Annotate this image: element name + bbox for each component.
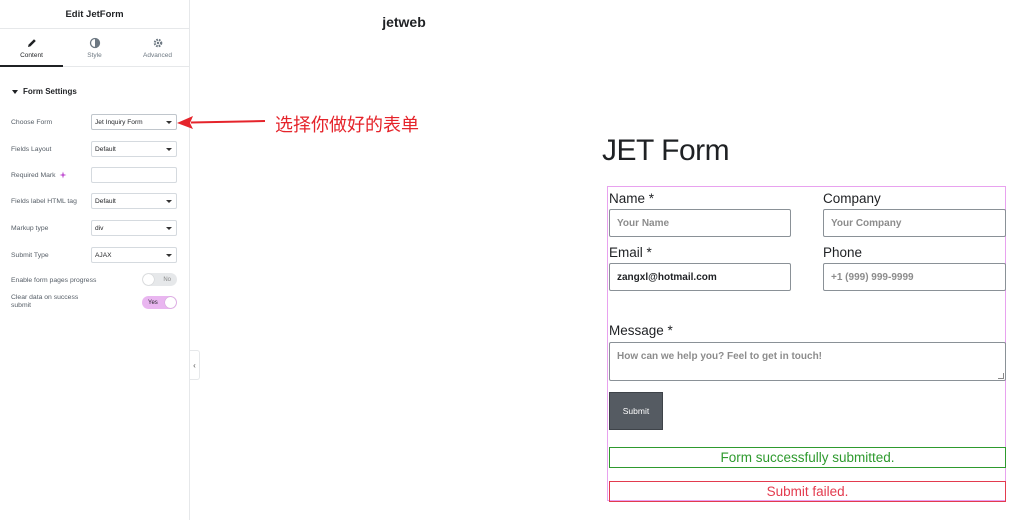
dropdown-arrow-icon (166, 227, 172, 230)
company-label: Company (823, 191, 881, 206)
tab-style[interactable]: Style (63, 29, 126, 66)
toggle-knob (143, 274, 154, 285)
phone-placeholder: +1 (999) 999-9999 (831, 271, 914, 283)
form-heading: JET Form (602, 134, 730, 167)
fields-label-tag-label: Fields label HTML tag (11, 197, 77, 205)
resize-handle-icon[interactable] (998, 373, 1004, 379)
setting-required-mark: Required Mark (11, 166, 179, 184)
markup-type-label: Markup type (11, 224, 49, 232)
name-label: Name * (609, 191, 655, 206)
toggle-knob (165, 297, 176, 308)
fields-layout-select[interactable]: Default (91, 141, 177, 157)
section-title: Form Settings (23, 87, 77, 96)
setting-fields-layout: Fields Layout Default (11, 140, 179, 158)
annotation-arrow (177, 116, 266, 129)
submit-button[interactable]: Submit (609, 392, 663, 430)
clear-data-toggle[interactable]: Yes (142, 296, 177, 309)
enable-progress-toggle[interactable]: No (142, 273, 177, 286)
fields-label-tag-select[interactable]: Default (91, 193, 177, 209)
success-message: Form successfully submitted. (609, 447, 1006, 468)
email-label: Email * (609, 245, 652, 260)
markup-type-select[interactable]: div (91, 220, 177, 236)
choose-form-label: Choose Form (11, 118, 53, 126)
company-placeholder: Your Company (831, 217, 902, 229)
tab-advanced[interactable]: Advanced (126, 29, 189, 66)
clear-data-value: Yes (148, 299, 158, 306)
clear-data-label: Clear data on success submit (11, 294, 79, 309)
panel-title: Edit JetForm (65, 8, 124, 20)
fields-label-tag-value: Default (95, 197, 116, 205)
gear-icon (153, 38, 162, 47)
caret-down-icon (12, 89, 18, 94)
setting-markup-type: Markup type div (11, 219, 179, 237)
enable-progress-label: Enable form pages progress (11, 276, 97, 284)
tab-content-label: Content (20, 51, 43, 59)
panel-tabs: Content Style Advanced (0, 29, 189, 67)
tab-advanced-label: Advanced (143, 51, 172, 59)
choose-form-select[interactable]: Jet Inquiry Form (91, 114, 177, 130)
message-label: Message * (609, 323, 673, 338)
chevron-left-icon: ‹ (193, 360, 196, 370)
fields-layout-label: Fields Layout (11, 145, 52, 153)
message-placeholder: How can we help you? Feel to get in touc… (617, 351, 823, 362)
fail-message: Submit failed. (609, 481, 1006, 502)
tab-style-label: Style (87, 51, 102, 59)
setting-choose-form: Choose Form Jet Inquiry Form (11, 113, 179, 131)
pencil-icon (27, 38, 36, 47)
required-mark-input[interactable] (91, 167, 177, 183)
phone-input[interactable]: +1 (999) 999-9999 (823, 263, 1006, 291)
submit-type-label: Submit Type (11, 251, 49, 259)
site-title[interactable]: jetweb (350, 14, 458, 30)
dropdown-arrow-icon (166, 254, 172, 257)
required-mark-label-text: Required Mark (11, 171, 56, 179)
email-input[interactable]: zangxl@hotmail.com (609, 263, 791, 291)
enable-progress-value: No (163, 276, 171, 283)
ai-sparkle-icon[interactable] (59, 171, 67, 179)
message-textarea[interactable]: How can we help you? Feel to get in touc… (609, 342, 1006, 381)
form-settings-section-toggle[interactable]: Form Settings (12, 87, 77, 96)
phone-label: Phone (823, 245, 863, 260)
annotation-text: 选择你做好的表单 (275, 115, 419, 136)
dropdown-arrow-icon (166, 121, 172, 124)
dropdown-arrow-icon (166, 148, 172, 151)
name-input[interactable]: Your Name (609, 209, 791, 237)
half-circle-icon (89, 37, 100, 48)
fields-layout-value: Default (95, 145, 116, 153)
tab-content[interactable]: Content (0, 29, 63, 67)
submit-type-select[interactable]: AJAX (91, 247, 177, 263)
choose-form-value: Jet Inquiry Form (95, 118, 143, 126)
panel-header: Edit JetForm (0, 0, 189, 29)
submit-type-value: AJAX (95, 251, 112, 259)
company-input[interactable]: Your Company (823, 209, 1006, 237)
dropdown-arrow-icon (166, 200, 172, 203)
markup-type-value: div (95, 224, 104, 232)
email-value: zangxl@hotmail.com (617, 271, 717, 283)
required-mark-label: Required Mark (11, 171, 91, 179)
setting-fields-label-tag: Fields label HTML tag Default (11, 192, 179, 210)
panel-collapse-button[interactable]: ‹ (190, 350, 200, 380)
editor-panel: Edit JetForm Content Style Advanced Form… (0, 0, 190, 520)
name-placeholder: Your Name (617, 217, 670, 229)
setting-submit-type: Submit Type AJAX (11, 246, 179, 264)
